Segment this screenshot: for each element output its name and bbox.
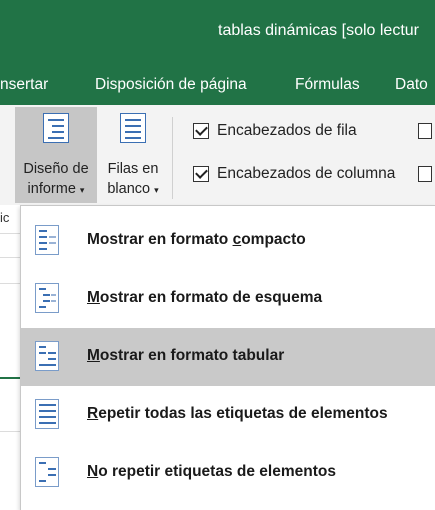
blank-rows-label-line1: Filas en	[107, 161, 159, 177]
menu-item-tabular-form[interactable]: Mostrar en formato tabular	[21, 328, 435, 386]
column-headers-checkbox[interactable]: Encabezados de columna	[193, 163, 395, 185]
outline-layout-icon	[35, 283, 59, 313]
tab-datos[interactable]: Dato	[395, 76, 428, 94]
selected-cell-border	[0, 377, 20, 379]
menu-item-label: Mostrar en formato de esquema	[87, 289, 323, 306]
tab-formulas[interactable]: Fórmulas	[295, 76, 360, 94]
tab-disposicion-de-pagina[interactable]: Disposición de página	[95, 76, 247, 94]
no-repeat-labels-icon	[35, 457, 59, 487]
ribbon-separator	[172, 117, 173, 199]
report-layout-button[interactable]: Diseño de informe ▾	[15, 107, 97, 203]
blank-rows-button[interactable]: Filas en blanco ▾	[98, 107, 168, 203]
menu-item-label: No repetir etiquetas de elementos	[87, 463, 336, 480]
menu-item-repeat-all-labels[interactable]: Repetir todas las etiquetas de elementos	[21, 386, 435, 444]
title-bar: tablas dinámicas [solo lectur	[0, 0, 435, 67]
tab-insertar[interactable]: nsertar	[0, 76, 48, 94]
checkbox-unchecked-icon[interactable]	[418, 123, 432, 139]
column-headers-label: Encabezados de columna	[217, 165, 396, 182]
ribbon-tabs: nsertar Disposición de página Fórmulas D…	[0, 67, 435, 105]
worksheet-area: ic	[0, 205, 20, 510]
ribbon-body: Diseño de informe ▾ Filas en blanco ▾ En…	[0, 105, 435, 205]
menu-item-label: Mostrar en formato tabular	[87, 347, 285, 364]
blank-rows-icon	[120, 113, 146, 143]
checkbox-checked-icon[interactable]	[193, 123, 209, 139]
compact-layout-icon	[35, 225, 59, 255]
menu-item-label: Mostrar en formato compacto	[87, 231, 306, 248]
blank-rows-label-line2: blanco ▾	[107, 181, 159, 197]
partial-cell-text: ic	[0, 210, 10, 225]
report-layout-label-line1: Diseño de	[23, 161, 89, 177]
checkbox-unchecked-icon[interactable]	[418, 166, 432, 182]
row-headers-checkbox[interactable]: Encabezados de fila	[193, 120, 357, 142]
menu-item-label: Repetir todas las etiquetas de elementos	[87, 405, 388, 422]
repeat-labels-icon	[35, 399, 59, 429]
report-layout-menu: Mostrar en formato compacto Mostrar en f…	[20, 205, 435, 510]
row-headers-label: Encabezados de fila	[217, 122, 357, 139]
chevron-down-icon: ▾	[154, 185, 159, 195]
menu-item-outline-form[interactable]: Mostrar en formato de esquema	[21, 270, 435, 328]
checkbox-checked-icon[interactable]	[193, 166, 209, 182]
report-layout-label-line2: informe ▾	[27, 181, 85, 197]
tabular-layout-icon	[35, 341, 59, 371]
menu-item-compact-form[interactable]: Mostrar en formato compacto	[21, 212, 435, 270]
menu-item-no-repeat-labels[interactable]: No repetir etiquetas de elementos	[21, 444, 435, 502]
window-title: tablas dinámicas [solo lectur	[218, 22, 419, 39]
report-layout-icon	[43, 113, 69, 143]
chevron-down-icon: ▾	[79, 185, 85, 195]
